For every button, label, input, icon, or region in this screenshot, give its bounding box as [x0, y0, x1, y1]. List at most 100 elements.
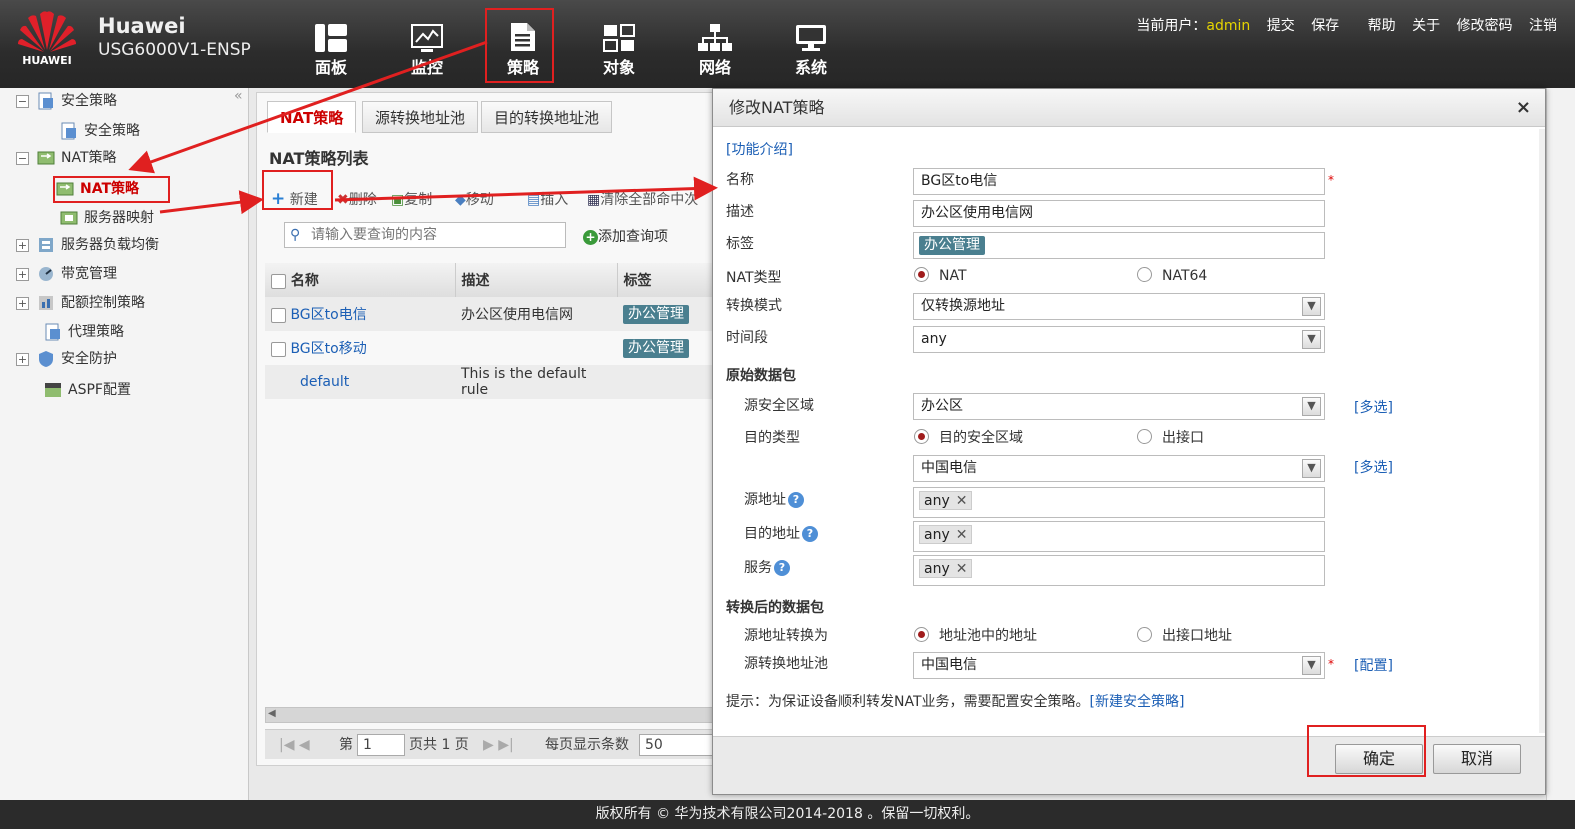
- logout-link[interactable]: 注销: [1529, 18, 1557, 34]
- pool-select[interactable]: 中国电信 ▼: [913, 652, 1325, 679]
- change-password-link[interactable]: 修改密码: [1457, 18, 1513, 34]
- horizontal-scrollbar[interactable]: ◀: [265, 707, 720, 723]
- save-link[interactable]: 保存: [1311, 18, 1339, 34]
- help-icon[interactable]: ?: [802, 526, 818, 542]
- chevron-down-icon[interactable]: ▼: [1302, 459, 1321, 478]
- nav-policy[interactable]: 策略: [488, 18, 558, 78]
- intro-link[interactable]: [功能介绍]: [726, 139, 793, 159]
- first-page-icon[interactable]: |◀ ◀: [279, 730, 310, 760]
- about-link[interactable]: 关于: [1412, 18, 1440, 34]
- cancel-button[interactable]: 取消: [1433, 744, 1521, 774]
- nav-system[interactable]: 系统: [776, 18, 846, 78]
- sidebar-item-proxy[interactable]: 代理策略: [44, 321, 124, 343]
- move-button[interactable]: ◆移动: [455, 189, 494, 209]
- dst-type-interface-radio[interactable]: 出接口: [1137, 427, 1204, 447]
- page-number-input[interactable]: 1: [357, 734, 405, 756]
- desc-field[interactable]: 办公区使用电信网: [913, 200, 1325, 227]
- row-checkbox[interactable]: [271, 341, 286, 357]
- ok-button[interactable]: 确定: [1335, 744, 1423, 774]
- row-checkbox[interactable]: [271, 307, 286, 323]
- sidebar-item-security-policy[interactable]: 安全策略: [60, 120, 140, 142]
- mode-label: 转换模式: [726, 298, 782, 314]
- policy-name-link[interactable]: BG区to移动: [290, 341, 366, 357]
- column-name[interactable]: 名称: [265, 263, 456, 297]
- clear-hits-button[interactable]: ▦清除全部命中次: [587, 189, 698, 209]
- tab-source-pool[interactable]: 源转换地址池: [362, 101, 479, 133]
- mode-select[interactable]: 仅转换源地址 ▼: [913, 293, 1325, 320]
- policy-desc: [455, 331, 617, 365]
- pool-config-link[interactable]: [配置]: [1354, 655, 1393, 675]
- collapse-toggle-icon[interactable]: −: [16, 151, 29, 165]
- sidebar-item-nat-policy-group[interactable]: − NAT策略: [16, 147, 117, 169]
- nav-object[interactable]: 对象: [584, 18, 654, 78]
- sidebar-collapse-button[interactable]: «: [234, 88, 243, 104]
- new-button[interactable]: + 新建: [271, 189, 318, 209]
- src-trans-pool-radio[interactable]: 地址池中的地址: [914, 625, 1037, 645]
- search-icon: ⚲: [290, 227, 301, 243]
- sidebar-item-aspf[interactable]: ASPF配置: [44, 379, 131, 401]
- nav-network[interactable]: 网络: [680, 18, 750, 78]
- policy-name-link[interactable]: default: [300, 374, 349, 390]
- chevron-down-icon[interactable]: ▼: [1302, 397, 1321, 416]
- per-page-select[interactable]: 50: [639, 734, 717, 756]
- dst-type-zone-radio[interactable]: 目的安全区域: [914, 427, 1023, 447]
- sidebar-item-nat-policy[interactable]: NAT策略: [56, 178, 139, 200]
- sidebar-item-bandwidth[interactable]: + 带宽管理: [16, 263, 117, 285]
- nat-type-nat-radio[interactable]: NAT: [914, 267, 967, 284]
- nav-monitor[interactable]: 监控: [392, 18, 462, 78]
- column-desc[interactable]: 描述: [455, 263, 618, 297]
- time-select[interactable]: any ▼: [913, 326, 1325, 353]
- scroll-left-icon[interactable]: ◀: [268, 708, 276, 719]
- chevron-down-icon[interactable]: ▼: [1302, 656, 1321, 675]
- tab-dest-pool[interactable]: 目的转换地址池: [481, 101, 613, 133]
- close-icon[interactable]: ×: [1516, 97, 1531, 118]
- add-query-button[interactable]: + 添加查询项: [583, 226, 668, 246]
- help-icon[interactable]: ?: [774, 560, 790, 576]
- table-row[interactable]: BG区to电信 办公区使用电信网 办公管理: [265, 297, 720, 331]
- dst-zone-multiselect-link[interactable]: [多选]: [1354, 457, 1393, 477]
- help-link[interactable]: 帮助: [1368, 18, 1396, 34]
- expand-toggle-icon[interactable]: +: [16, 296, 29, 310]
- src-addr-field[interactable]: any ✕: [913, 487, 1325, 518]
- select-all-checkbox[interactable]: [271, 273, 286, 289]
- nat-type-nat64-radio[interactable]: NAT64: [1137, 267, 1207, 284]
- next-page-icon[interactable]: ▶ ▶|: [483, 730, 514, 760]
- src-zone-multiselect-link[interactable]: [多选]: [1354, 397, 1393, 417]
- service-field[interactable]: any ✕: [913, 555, 1325, 586]
- sidebar-item-server-mapping[interactable]: 服务器映射: [60, 207, 154, 229]
- dst-zone-select[interactable]: 中国电信 ▼: [913, 455, 1325, 482]
- remove-chip-icon[interactable]: ✕: [956, 493, 968, 509]
- expand-toggle-icon[interactable]: +: [16, 352, 29, 366]
- table-row[interactable]: default This is the default rule: [265, 365, 720, 399]
- tag-field[interactable]: 办公管理: [913, 232, 1325, 259]
- dst-addr-field[interactable]: any ✕: [913, 521, 1325, 552]
- expand-toggle-icon[interactable]: +: [16, 267, 29, 281]
- table-row[interactable]: BG区to移动 办公管理: [265, 331, 720, 365]
- column-tag[interactable]: 标签: [617, 263, 720, 297]
- clear-icon: ▦: [587, 192, 601, 208]
- name-field[interactable]: BG区to电信: [913, 168, 1325, 195]
- remove-chip-icon[interactable]: ✕: [956, 527, 968, 543]
- sidebar-item-quota[interactable]: + 配额控制策略: [16, 292, 145, 314]
- nav-dashboard[interactable]: 面板: [296, 18, 366, 78]
- copy-button[interactable]: ▣复制: [391, 189, 432, 209]
- sidebar-item-label: 安全防护: [61, 351, 117, 367]
- remove-chip-icon[interactable]: ✕: [956, 561, 968, 577]
- tab-nat-policy[interactable]: NAT策略: [267, 101, 357, 133]
- help-icon[interactable]: ?: [788, 492, 804, 508]
- expand-toggle-icon[interactable]: +: [16, 238, 29, 252]
- policy-name-link[interactable]: BG区to电信: [290, 307, 366, 323]
- search-input[interactable]: ⚲ 请输入要查询的内容: [284, 222, 566, 248]
- src-zone-select[interactable]: 办公区 ▼: [913, 393, 1325, 420]
- chevron-down-icon[interactable]: ▼: [1302, 297, 1321, 316]
- src-trans-interface-radio[interactable]: 出接口地址: [1137, 625, 1232, 645]
- chevron-down-icon[interactable]: ▼: [1302, 330, 1321, 349]
- delete-button[interactable]: ✖删除: [337, 189, 377, 209]
- new-security-policy-link[interactable]: [新建安全策略]: [1090, 694, 1185, 710]
- sidebar-item-security-policy-group[interactable]: − 安全策略: [16, 90, 117, 112]
- sidebar-item-load-balancing[interactable]: + 服务器负载均衡: [16, 234, 159, 256]
- insert-button[interactable]: ▤插入: [527, 189, 568, 209]
- submit-link[interactable]: 提交: [1267, 18, 1295, 34]
- sidebar-item-security-defense[interactable]: + 安全防护: [16, 348, 117, 370]
- collapse-toggle-icon[interactable]: −: [16, 94, 29, 108]
